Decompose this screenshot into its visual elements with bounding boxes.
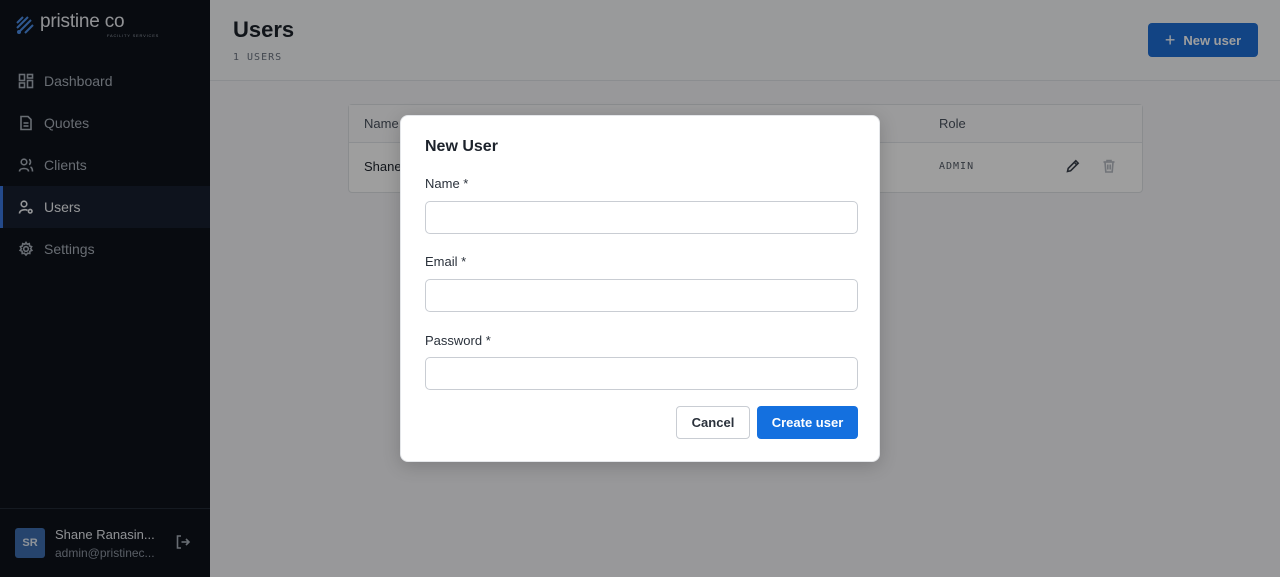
new-user-dialog: New User Name * Email * Password * Cance…: [400, 115, 880, 462]
email-input[interactable]: [425, 279, 858, 312]
name-label: Name *: [425, 176, 469, 191]
email-label: Email *: [425, 254, 467, 269]
create-user-button[interactable]: Create user: [757, 406, 858, 439]
name-input[interactable]: [425, 201, 858, 234]
password-label: Password *: [425, 333, 491, 348]
dialog-title: New User: [425, 138, 498, 155]
cancel-button[interactable]: Cancel: [676, 406, 750, 439]
password-input[interactable]: [425, 357, 858, 390]
